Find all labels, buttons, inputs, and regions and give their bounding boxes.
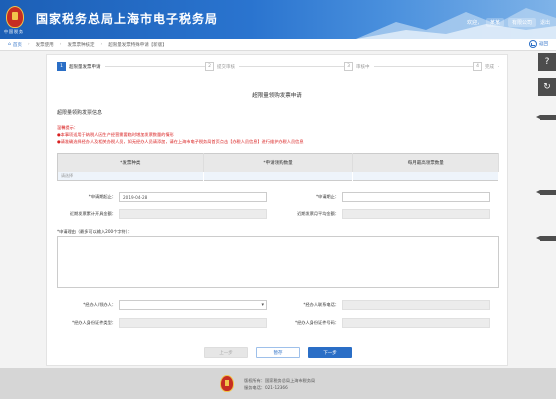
footer-text: 版权所有：国家税务总局上海市税务局 服务电话：021-12366 [244,377,315,391]
prev-amount-label: 近期发票累计开具金额： [69,211,116,216]
header-banner: 中国税务 国家税务总局上海市电子税务局 欢迎， 某某 有限公司 退出 [0,0,556,39]
section-title: 超限量领购发票信息 [57,110,103,116]
back-button[interactable]: 返回 [529,40,548,48]
step-4: 4 完成 [473,62,498,71]
step-label: 超限量发票申请 [69,64,101,70]
refresh-icon[interactable]: ↻ [538,78,556,96]
user-name[interactable]: 某某 [485,18,504,27]
breadcrumb-separator: › [59,42,62,47]
invoice-type-select[interactable]: 请选择 [57,171,204,181]
footer-emblem-logo [220,375,234,392]
warning-box: 温馨提示： ●本事项适用于纳税人因生产经营需要临时增加发票数量的情形 ●请准确选… [57,124,304,145]
footer-phone: 服务电话：021-12366 [244,385,288,390]
side-toolbar: ? ↻ [538,53,556,103]
step-number: 4 [473,62,482,71]
reason-label: *申请理由（最多可以输入200个字符）： [57,229,132,234]
breadcrumb: ⌂ 首页 › 发票使用 › 发票票种核定 › 超限量发票特殊申请【新版】 [0,39,556,51]
prev-avg-field [342,209,490,219]
breadcrumb-item-usage[interactable]: 发票使用 [36,42,54,48]
phone-field [342,300,490,310]
handler-select[interactable] [119,300,267,310]
back-label: 返回 [539,42,548,47]
id-type-field [119,318,267,328]
help-icon[interactable]: ? [538,53,556,71]
warning-line-1: ●本事项适用于纳税人因生产经营需要临时增加发票数量的情形 [57,132,174,137]
save-draft-button[interactable]: 暂存 [256,347,300,358]
prev-amount-row: 近期发票累计开具金额： [57,209,267,219]
back-icon [529,40,537,48]
side-tab-marker[interactable] [536,115,556,120]
table-header-monthly-max: 每月最高领票数量 [352,153,499,172]
breadcrumb-home[interactable]: ⌂ 首页 [8,42,22,48]
footer-copyright: 版权所有：国家税务总局上海市税务局 [244,378,316,383]
table-header-type: *发票种类 [57,153,204,172]
warning-line-2: ●请准确选择经办人及相关办税人员，如无经办人员请添加，请在上海市电子税务局首页点… [57,139,304,144]
prev-amount-field [119,209,267,219]
breadcrumb-separator: › [100,42,103,47]
id-no-field [342,318,490,328]
step-number: 1 [57,62,66,71]
start-date-label: *申请期起止： [88,194,116,199]
phone-label: *经办人联系电话： [303,302,339,307]
id-type-label: *经办人身份证件类型： [72,320,116,325]
breadcrumb-item-current: 超限量发票特殊申请【新版】 [108,42,167,48]
step-number: 2 [205,62,214,71]
step-3: 3 审核中 [344,62,374,71]
step-label: 完成 [485,64,494,70]
breadcrumb-home-label: 首页 [12,42,22,48]
site-title: 国家税务总局上海市电子税务局 [36,12,219,26]
side-tab-marker[interactable] [536,190,556,195]
end-date-label: *申请期止： [315,194,339,199]
phone-row: *经办人联系电话： [280,300,490,310]
logout-link[interactable]: 退出 [540,19,550,26]
next-step-button[interactable]: 下一步 [308,347,352,358]
step-label: 审核中 [356,64,370,70]
logo-caption: 中国税务 [4,29,24,34]
invoice-table: *发票种类 *申请领购数量 每月最高领票数量 请选择 [57,153,499,181]
step-line [57,66,499,67]
prev-avg-label: 近期发票月平均金额： [297,211,339,216]
start-date-row: *申请期起止： 2019-04-28 [57,192,267,202]
footer: 版权所有：国家税务总局上海市税务局 服务电话：021-12366 [0,368,556,399]
step-1: 1 超限量发票申请 [57,62,105,71]
id-no-label: *经办人身份证件号码： [295,320,339,325]
main-panel: 1 超限量发票申请 2 提交审核 3 审核中 4 完成 超限量领购发票申请 超限… [46,54,508,366]
form-title: 超限量领购发票申请 [252,93,302,99]
home-icon: ⌂ [8,42,11,47]
welcome-text: 欢迎， [466,20,482,26]
tax-emblem-logo [6,6,24,28]
step-label: 提交审核 [217,64,235,70]
breadcrumb-separator: › [27,42,30,47]
id-type-row: *经办人身份证件类型： [57,318,267,328]
prev-step-button[interactable]: 上一步 [204,347,248,358]
company-name[interactable]: 有限公司 [507,18,536,27]
end-date-input[interactable] [342,192,490,202]
reason-textarea[interactable] [57,236,499,288]
user-area: 欢迎， 某某 有限公司 退出 [467,18,550,27]
start-date-input[interactable]: 2019-04-28 [119,192,267,202]
table-header-quantity: *申请领购数量 [203,153,354,172]
step-number: 3 [344,62,353,71]
handler-label: *经办人/领办人： [83,302,116,307]
end-date-row: *申请期止： [280,192,490,202]
step-2: 2 提交审核 [205,62,239,71]
table-row: 请选择 [57,171,499,181]
breadcrumb-item-type[interactable]: 发票票种核定 [67,42,94,48]
id-no-row: *经办人身份证件号码： [280,318,490,328]
monthly-max-cell [352,171,499,181]
warning-title: 温馨提示： [57,125,78,130]
handler-row: *经办人/领办人： [57,300,267,310]
step-progress: 1 超限量发票申请 2 提交审核 3 审核中 4 完成 [57,62,499,72]
quantity-cell[interactable] [203,171,354,181]
action-buttons: 上一步 暂存 下一步 [204,347,352,358]
prev-avg-row: 近期发票月平均金额： [280,209,490,219]
side-tab-marker[interactable] [536,236,556,241]
